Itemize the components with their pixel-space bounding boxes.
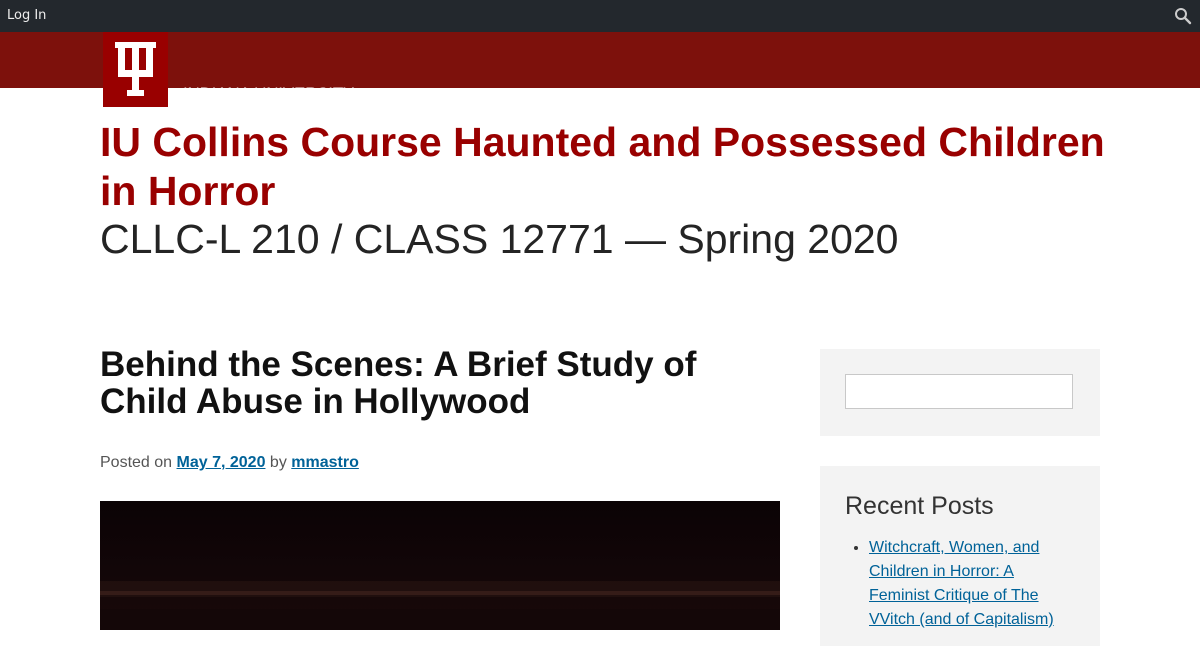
posted-on-label: Posted on <box>100 454 173 471</box>
admin-toolbar: Log In <box>0 0 1200 32</box>
search-widget <box>820 349 1100 436</box>
university-branding-bar: INDIANA UNIVERSITY <box>0 32 1200 103</box>
post-title: Behind the Scenes: A Brief Study of Chil… <box>100 345 697 421</box>
site-subtitle: CLLC-L 210 / CLASS 12771 — Spring 2020 <box>100 216 899 262</box>
university-name[interactable]: INDIANA UNIVERSITY <box>183 84 354 104</box>
recent-posts-title: Recent Posts <box>845 492 994 520</box>
iu-trident-icon[interactable] <box>103 32 168 107</box>
recent-posts-widget: Recent Posts Witchcraft, Women, and Chil… <box>820 466 1100 646</box>
list-item: Witchcraft, Women, and Children in Horro… <box>869 536 1075 632</box>
post-meta: Posted on May 7, 2020 by mmastro <box>100 453 359 473</box>
search-input[interactable] <box>845 374 1073 409</box>
featured-image <box>100 501 780 630</box>
search-icon[interactable] <box>1174 7 1192 25</box>
site-title[interactable]: IU Collins Course Haunted and Possessed … <box>100 118 1120 216</box>
recent-posts-list: Witchcraft, Women, and Children in Horro… <box>845 536 1075 632</box>
recent-post-link[interactable]: Witchcraft, Women, and Children in Horro… <box>869 539 1054 628</box>
post-date-link[interactable]: May 7, 2020 <box>177 454 266 471</box>
author-link[interactable]: mmastro <box>291 454 359 471</box>
by-label: by <box>269 454 287 471</box>
login-link[interactable]: Log In <box>7 8 46 24</box>
